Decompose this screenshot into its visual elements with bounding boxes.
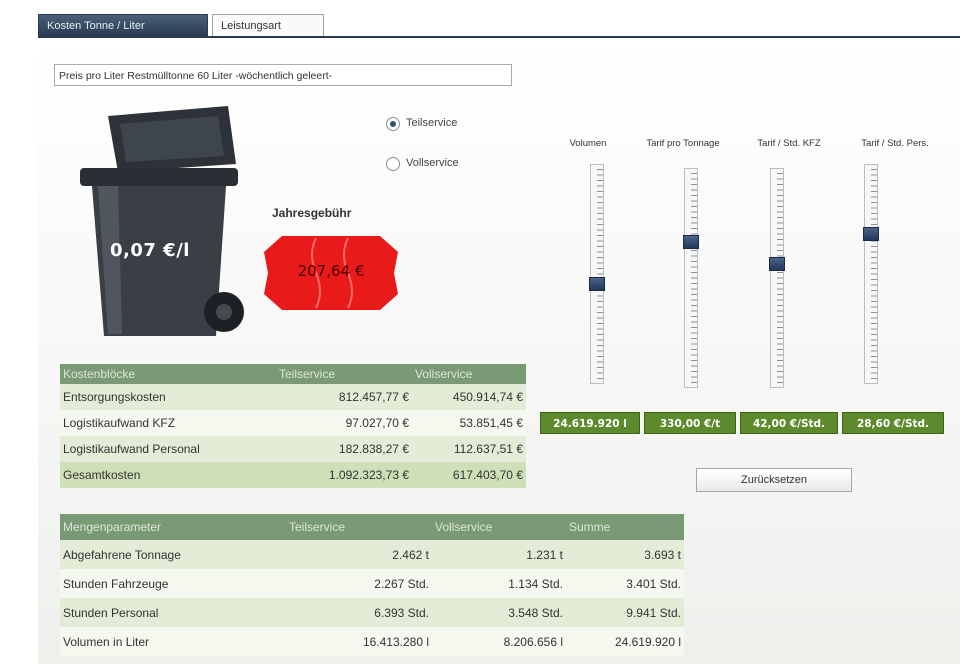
slider-track-tarif-tonnage[interactable]: [684, 168, 698, 388]
table-row: Entsorgungskosten 812.457,77 € 450.914,7…: [60, 384, 526, 410]
qty-cell-teil: 2.462 t: [286, 540, 432, 569]
table-row: Logistikaufwand Personal 182.838,27 € 11…: [60, 436, 526, 462]
slider-thumb-tarif-tonnage[interactable]: [683, 235, 699, 249]
waste-bin-image: [80, 106, 244, 336]
slider-track-volumen[interactable]: [590, 164, 604, 384]
cost-cell-teil: 812.457,77 €: [276, 384, 412, 410]
slider-thumb-tarif-kfz[interactable]: [769, 257, 785, 271]
table-row-total: Gesamtkosten 1.092.323,73 € 617.403,70 €: [60, 462, 526, 488]
table-row: Abgefahrene Tonnage 2.462 t 1.231 t 3.69…: [60, 540, 684, 569]
cost-cell-label: Gesamtkosten: [60, 462, 276, 488]
cost-header-blocks: Kostenblöcke: [60, 364, 276, 384]
qty-cell-summe: 3.693 t: [566, 540, 684, 569]
qty-cell-teil: 16.413.280 l: [286, 627, 432, 656]
qty-header-summe: Summe: [566, 514, 684, 540]
value-tarif-kfz: 42,00 €/Std.: [740, 412, 838, 434]
price-select[interactable]: Preis pro Liter Restmülltonne 60 Liter -…: [54, 64, 512, 86]
qty-cell-summe: 9.941 Std.: [566, 598, 684, 627]
cost-table: Kostenblöcke Teilservice Vollservice Ent…: [60, 364, 526, 488]
radio-label-teilservice: Teilservice: [406, 117, 458, 129]
qty-cell-voll: 3.548 Std.: [432, 598, 566, 627]
cost-cell-label: Entsorgungskosten: [60, 384, 276, 410]
cost-cell-label: Logistikaufwand Personal: [60, 436, 276, 462]
annual-fee-label: Jahresgebühr: [272, 206, 352, 220]
slider-track-tarif-kfz[interactable]: [770, 168, 784, 388]
qty-cell-label: Abgefahrene Tonnage: [60, 540, 286, 569]
reset-button[interactable]: Zurücksetzen: [696, 468, 852, 492]
slider-label-volumen: Volumen: [569, 138, 607, 149]
quantity-table: Mengenparameter Teilservice Vollservice …: [60, 514, 684, 656]
cost-cell-voll: 617.403,70 €: [412, 462, 526, 488]
qty-cell-label: Stunden Personal: [60, 598, 286, 627]
qty-cell-voll: 8.206.656 l: [432, 627, 566, 656]
cost-cell-voll: 112.637,51 €: [412, 436, 526, 462]
slider-label-tarif-tonnage: Tarif pro Tonnage: [646, 138, 720, 149]
slider-label-tarif-pers: Tarif / Std. Pers.: [861, 138, 929, 149]
cost-header-vollservice: Vollservice: [412, 364, 526, 384]
value-volumen: 24.619.920 l: [540, 412, 640, 434]
qty-cell-label: Volumen in Liter: [60, 627, 286, 656]
tab-leistungsart[interactable]: Leistungsart: [212, 14, 324, 36]
slider-label-tarif-kfz: Tarif / Std. KFZ: [757, 138, 821, 149]
qty-cell-teil: 2.267 Std.: [286, 569, 432, 598]
cost-cell-teil: 182.838,27 €: [276, 436, 412, 462]
radio-button-icon[interactable]: [386, 117, 400, 131]
bin-price-label: 0,07 €/l: [110, 240, 190, 261]
cost-header-teilservice: Teilservice: [276, 364, 412, 384]
cost-cell-voll: 450.914,74 €: [412, 384, 526, 410]
annual-fee-value: 207,64 €: [297, 262, 365, 280]
slider-track-tarif-pers[interactable]: [864, 164, 878, 384]
slider-thumb-volumen[interactable]: [589, 277, 605, 291]
tab-kosten[interactable]: Kosten Tonne / Liter: [38, 14, 208, 36]
qty-header-teilservice: Teilservice: [286, 514, 432, 540]
cost-cell-teil: 1.092.323,73 €: [276, 462, 412, 488]
table-row: Stunden Fahrzeuge 2.267 Std. 1.134 Std. …: [60, 569, 684, 598]
cost-cell-teil: 97.027,70 €: [276, 410, 412, 436]
qty-cell-summe: 24.619.920 l: [566, 627, 684, 656]
qty-cell-voll: 1.134 Std.: [432, 569, 566, 598]
value-tarif-pers: 28,60 €/Std.: [842, 412, 944, 434]
qty-cell-voll: 1.231 t: [432, 540, 566, 569]
radio-button-icon[interactable]: [386, 157, 400, 171]
radio-label-vollservice: Vollservice: [406, 157, 459, 169]
slider-thumb-tarif-pers[interactable]: [863, 227, 879, 241]
table-row: Volumen in Liter 16.413.280 l 8.206.656 …: [60, 627, 684, 656]
cost-cell-label: Logistikaufwand KFZ: [60, 410, 276, 436]
cost-cell-voll: 53.851,45 €: [412, 410, 526, 436]
qty-header-vollservice: Vollservice: [432, 514, 566, 540]
qty-header-param: Mengenparameter: [60, 514, 286, 540]
table-row: Logistikaufwand KFZ 97.027,70 € 53.851,4…: [60, 410, 526, 436]
qty-cell-teil: 6.393 Std.: [286, 598, 432, 627]
qty-cell-label: Stunden Fahrzeuge: [60, 569, 286, 598]
value-tarif-tonnage: 330,00 €/t: [644, 412, 736, 434]
table-row: Stunden Personal 6.393 Std. 3.548 Std. 9…: [60, 598, 684, 627]
qty-cell-summe: 3.401 Std.: [566, 569, 684, 598]
